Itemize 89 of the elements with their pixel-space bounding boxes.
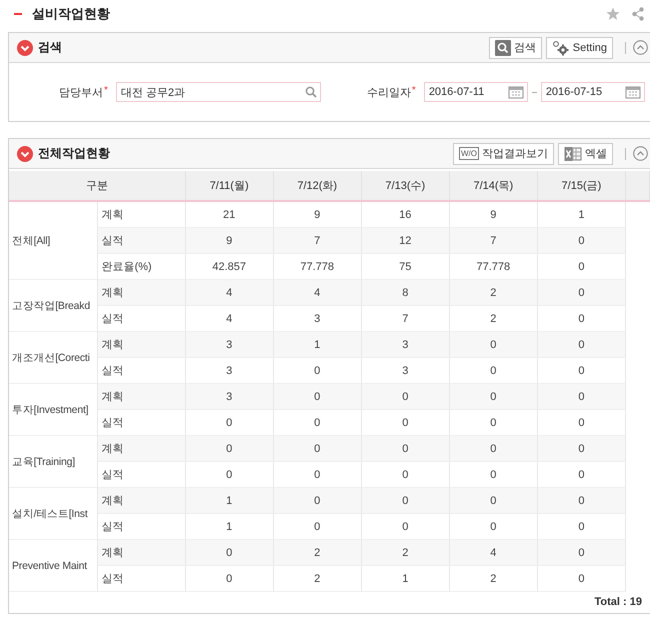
- lookup-field[interactable]: 대전 공무2과: [116, 82, 321, 102]
- table-cell: 1: [361, 566, 450, 592]
- group-cell: 설치/테스트[Inst: [9, 488, 98, 540]
- expand-icon: [17, 40, 33, 56]
- table-cell: 3: [185, 332, 274, 358]
- table-cell: 0: [537, 280, 626, 306]
- group-cell: Preventive Maint: [9, 540, 98, 592]
- row-label: 실적: [97, 228, 186, 254]
- table-cell: 0: [273, 436, 362, 462]
- table-cell: 0: [449, 332, 538, 358]
- row-label: 계획: [97, 384, 186, 410]
- spreadsheet-icon: [564, 146, 582, 162]
- table-cell: 8: [361, 280, 450, 306]
- excel-button[interactable]: 엑셀: [558, 142, 613, 164]
- calendar-icon[interactable]: [624, 85, 641, 99]
- wo-button[interactable]: W/O 작업결과보기: [453, 142, 554, 164]
- group-cell: 교육[Training]: [9, 436, 98, 488]
- row-label: 실적: [97, 566, 186, 592]
- table-cell: 9: [185, 228, 274, 254]
- table-cell: 0: [361, 436, 450, 462]
- date-field[interactable]: 2016-07-11: [424, 82, 528, 102]
- table-cell: 4: [273, 280, 362, 306]
- column-header: 7/13(수): [361, 171, 450, 201]
- table-cell: 7: [449, 228, 538, 254]
- column-header: 구분: [9, 171, 186, 201]
- table-cell: 0: [537, 384, 626, 410]
- table-cell: 0: [537, 540, 626, 566]
- table-cell: 0: [185, 540, 274, 566]
- field-label: 담당부서*: [59, 84, 108, 100]
- date-field[interactable]: 2016-07-15: [540, 82, 645, 102]
- table-cell: 4: [185, 280, 274, 306]
- table-cell: 0: [185, 436, 274, 462]
- search-icon: [304, 86, 317, 98]
- table-cell: 2: [449, 566, 538, 592]
- collapse-icon: [633, 40, 648, 55]
- row-label: 계획: [97, 280, 186, 306]
- work-order-label: W/O: [459, 147, 479, 160]
- table-cell: 3: [361, 332, 450, 358]
- row-label: 계획: [97, 488, 186, 514]
- table-cell: 12: [361, 228, 450, 254]
- table-cell: 2: [361, 540, 450, 566]
- table-cell: 0: [361, 384, 450, 410]
- expand-icon: [17, 146, 33, 162]
- table-cell: 0: [537, 488, 626, 514]
- panel-title: 전체작업현황: [38, 145, 110, 162]
- column-header: 7/11(월): [185, 171, 274, 201]
- table-cell: 2: [273, 540, 362, 566]
- collapse-button[interactable]: [633, 146, 648, 161]
- row-label: 계획: [97, 436, 186, 462]
- column-header: 7/14(목): [449, 171, 538, 201]
- table-cell: 1: [185, 488, 274, 514]
- field-label: 수리일자*: [366, 84, 416, 100]
- table-cell: 4: [449, 540, 538, 566]
- group-cell: 고장작업[Breakd: [9, 280, 98, 332]
- group-cell: 전체[All]: [9, 201, 98, 280]
- search-icon: [494, 40, 511, 56]
- table-cell: 0: [273, 384, 362, 410]
- group-cell: 투자[Investment]: [9, 384, 98, 436]
- table-cell: 0: [273, 488, 362, 514]
- table-cell: 0: [185, 566, 274, 592]
- table-cell: 2: [273, 566, 362, 592]
- calendar-icon[interactable]: [508, 85, 524, 99]
- total-count: Total : 19: [594, 596, 642, 608]
- collapse-icon: [633, 146, 648, 161]
- column-header: 7/12(화): [273, 171, 362, 201]
- search-button[interactable]: 검색: [488, 36, 542, 58]
- table-cell: 1: [273, 332, 362, 358]
- table-cell: 2: [449, 280, 538, 306]
- table-cell: 0: [449, 488, 538, 514]
- table-cell: 0: [537, 436, 626, 462]
- panel-title: 검색: [38, 39, 62, 56]
- table-cell: 3: [185, 384, 274, 410]
- group-cell: 개조개선[Corecti: [9, 332, 98, 384]
- table-cell: 7: [273, 228, 362, 254]
- table-cell: 0: [537, 332, 626, 358]
- row-label: 계획: [97, 332, 186, 358]
- row-label: 계획: [97, 540, 186, 566]
- gear-icon: [552, 40, 570, 56]
- collapse-button[interactable]: [633, 40, 648, 55]
- table-cell: 0: [361, 488, 450, 514]
- star-icon[interactable]: [606, 7, 620, 21]
- table-cell: 0: [537, 566, 626, 592]
- table-cell: 0: [449, 436, 538, 462]
- share-icon[interactable]: [632, 7, 644, 21]
- table-cell: 0: [449, 384, 538, 410]
- column-header: 7/15(금): [537, 171, 626, 201]
- page-title: 설비작업현황: [32, 5, 110, 23]
- table-cell: 0: [537, 228, 626, 254]
- setting-button[interactable]: Setting: [546, 36, 613, 58]
